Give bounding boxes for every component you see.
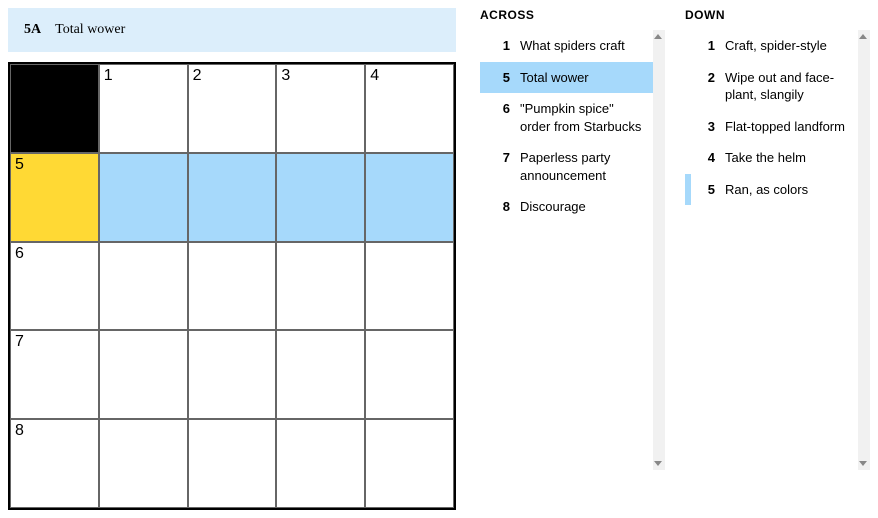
grid-cell[interactable] [365,330,454,419]
clue-text: Craft, spider-style [725,37,848,55]
across-heading: ACROSS [480,8,665,22]
clue-text: Ran, as colors [725,181,848,199]
cell-number: 8 [15,422,24,440]
across-list[interactable]: 1 What spiders craft 5 Total wower 6 "Pumpkin… [480,30,665,470]
clue-text: What spiders craft [520,37,643,55]
clue-number: 8 [494,198,510,216]
clue-item[interactable]: 1 What spiders craft [480,30,653,62]
left-pane: 5A Total wower 1 2 3 4 5 6 7 8 [8,8,456,510]
grid-cell[interactable] [365,242,454,331]
cell-number: 6 [15,245,24,263]
grid-cell [10,64,99,153]
clue-text: "Pumpkin spice" order from Starbucks [520,100,643,135]
clue-item[interactable]: 5 Total wower [480,62,653,94]
clue-number: 6 [494,100,510,135]
clue-text: Wipe out and face-plant, slangily [725,69,848,104]
clue-item[interactable]: 1 Craft, spider-style [685,30,858,62]
clue-item[interactable]: 3 Flat-topped landform [685,111,858,143]
current-clue-bar: 5A Total wower [8,8,456,52]
grid-cell[interactable] [99,330,188,419]
cell-number: 7 [15,333,24,351]
grid-cell[interactable]: 6 [10,242,99,331]
grid-cell[interactable] [99,242,188,331]
grid-cell[interactable] [188,242,277,331]
down-list[interactable]: 1 Craft, spider-style 2 Wipe out and face-p… [685,30,870,470]
clue-number: 1 [699,37,715,55]
clue-lists: ACROSS 1 What spiders craft 5 Total wower 6 "… [480,8,870,510]
clue-number: 3 [699,118,715,136]
grid-cell[interactable] [276,330,365,419]
clue-item[interactable]: 2 Wipe out and face-plant, slangily [685,62,858,111]
cell-number: 2 [193,67,202,85]
grid-cell[interactable] [365,419,454,508]
grid-cell[interactable] [188,330,277,419]
grid-cell[interactable] [365,153,454,242]
clue-item[interactable]: 4 Take the helm [685,142,858,174]
clue-item[interactable]: 5 Ran, as colors [685,174,858,206]
grid-cell[interactable] [99,153,188,242]
clue-text: Take the helm [725,149,848,167]
clue-text: Total wower [520,69,643,87]
clue-number: 5 [494,69,510,87]
grid-cell[interactable] [276,153,365,242]
cell-number: 5 [15,156,24,174]
grid-cell[interactable]: 4 [365,64,454,153]
grid-cell[interactable]: 7 [10,330,99,419]
grid-cell[interactable]: 1 [99,64,188,153]
cell-number: 4 [370,67,379,85]
grid-cell[interactable] [276,242,365,331]
clue-number: 1 [494,37,510,55]
crossword-app: 5A Total wower 1 2 3 4 5 6 7 8 ACROSS 1 What spi… [8,8,870,510]
clue-number: 5 [699,181,715,199]
down-heading: DOWN [685,8,870,22]
crossword-grid[interactable]: 1 2 3 4 5 6 7 8 [8,62,456,510]
cell-number: 1 [104,67,113,85]
clue-number: 4 [699,149,715,167]
grid-cell[interactable] [188,419,277,508]
clue-text: Paperless party announcement [520,149,643,184]
clue-text: Flat-topped landform [725,118,848,136]
clue-item[interactable]: 7 Paperless party announcement [480,142,653,191]
grid-cell[interactable] [99,419,188,508]
grid-cell[interactable]: 8 [10,419,99,508]
grid-cell[interactable]: 5 [10,153,99,242]
grid-cell[interactable]: 3 [276,64,365,153]
across-column: ACROSS 1 What spiders craft 5 Total wower 6 "… [480,8,665,510]
grid-cell[interactable] [188,153,277,242]
clue-number: 2 [699,69,715,104]
clue-item[interactable]: 6 "Pumpkin spice" order from Starbucks [480,93,653,142]
clue-item[interactable]: 8 Discourage [480,191,653,223]
grid-cell[interactable] [276,419,365,508]
clue-number: 7 [494,149,510,184]
grid-cell[interactable]: 2 [188,64,277,153]
clue-text: Discourage [520,198,643,216]
cell-number: 3 [281,67,290,85]
current-clue-text: Total wower [55,22,125,38]
current-clue-label: 5A [24,22,41,38]
down-column: DOWN 1 Craft, spider-style 2 Wipe out and f… [685,8,870,510]
